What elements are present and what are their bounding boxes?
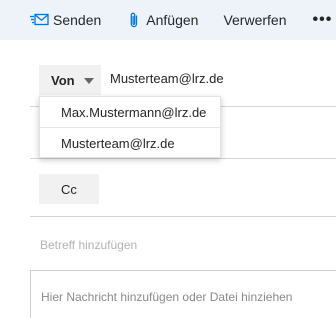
from-option-max-mustermann[interactable]: Max.Mustermann@lrz.de [40,97,220,127]
subject-input[interactable] [30,234,336,256]
send-label: Senden [53,12,102,28]
discard-label: Verwerfen [223,12,287,28]
cc-button[interactable]: Cc [39,174,99,204]
message-body-editor[interactable]: Hier Nachricht hinzufügen oder Datei hin… [30,270,336,318]
from-label: Von [51,72,75,88]
send-button[interactable]: Senden [30,12,101,28]
cc-label: Cc [61,181,77,197]
compose-window: Senden Anfügen Verwerfen ••• Von Mustert… [0,0,336,318]
message-placeholder: Hier Nachricht hinzufügen oder Datei hin… [41,290,293,304]
more-icon: ••• [312,11,333,28]
send-envelope-icon [30,13,49,27]
from-selector-button[interactable]: Von [39,65,101,95]
to-field-underline [30,158,336,159]
chevron-down-icon [83,77,94,84]
discard-button[interactable]: Verwerfen [223,12,286,28]
from-address: Musterteam@lrz.de [110,71,224,86]
from-option-musterteam[interactable]: Musterteam@lrz.de [40,128,220,158]
attach-button[interactable]: Anfügen [129,12,198,29]
compose-toolbar: Senden Anfügen Verwerfen ••• [0,0,336,40]
from-dropdown-menu: Max.Mustermann@lrz.de Musterteam@lrz.de [39,96,221,158]
attach-label: Anfügen [146,12,199,28]
paperclip-icon [129,12,139,29]
more-options-button[interactable]: ••• [312,11,333,28]
cc-field-underline [30,216,336,217]
